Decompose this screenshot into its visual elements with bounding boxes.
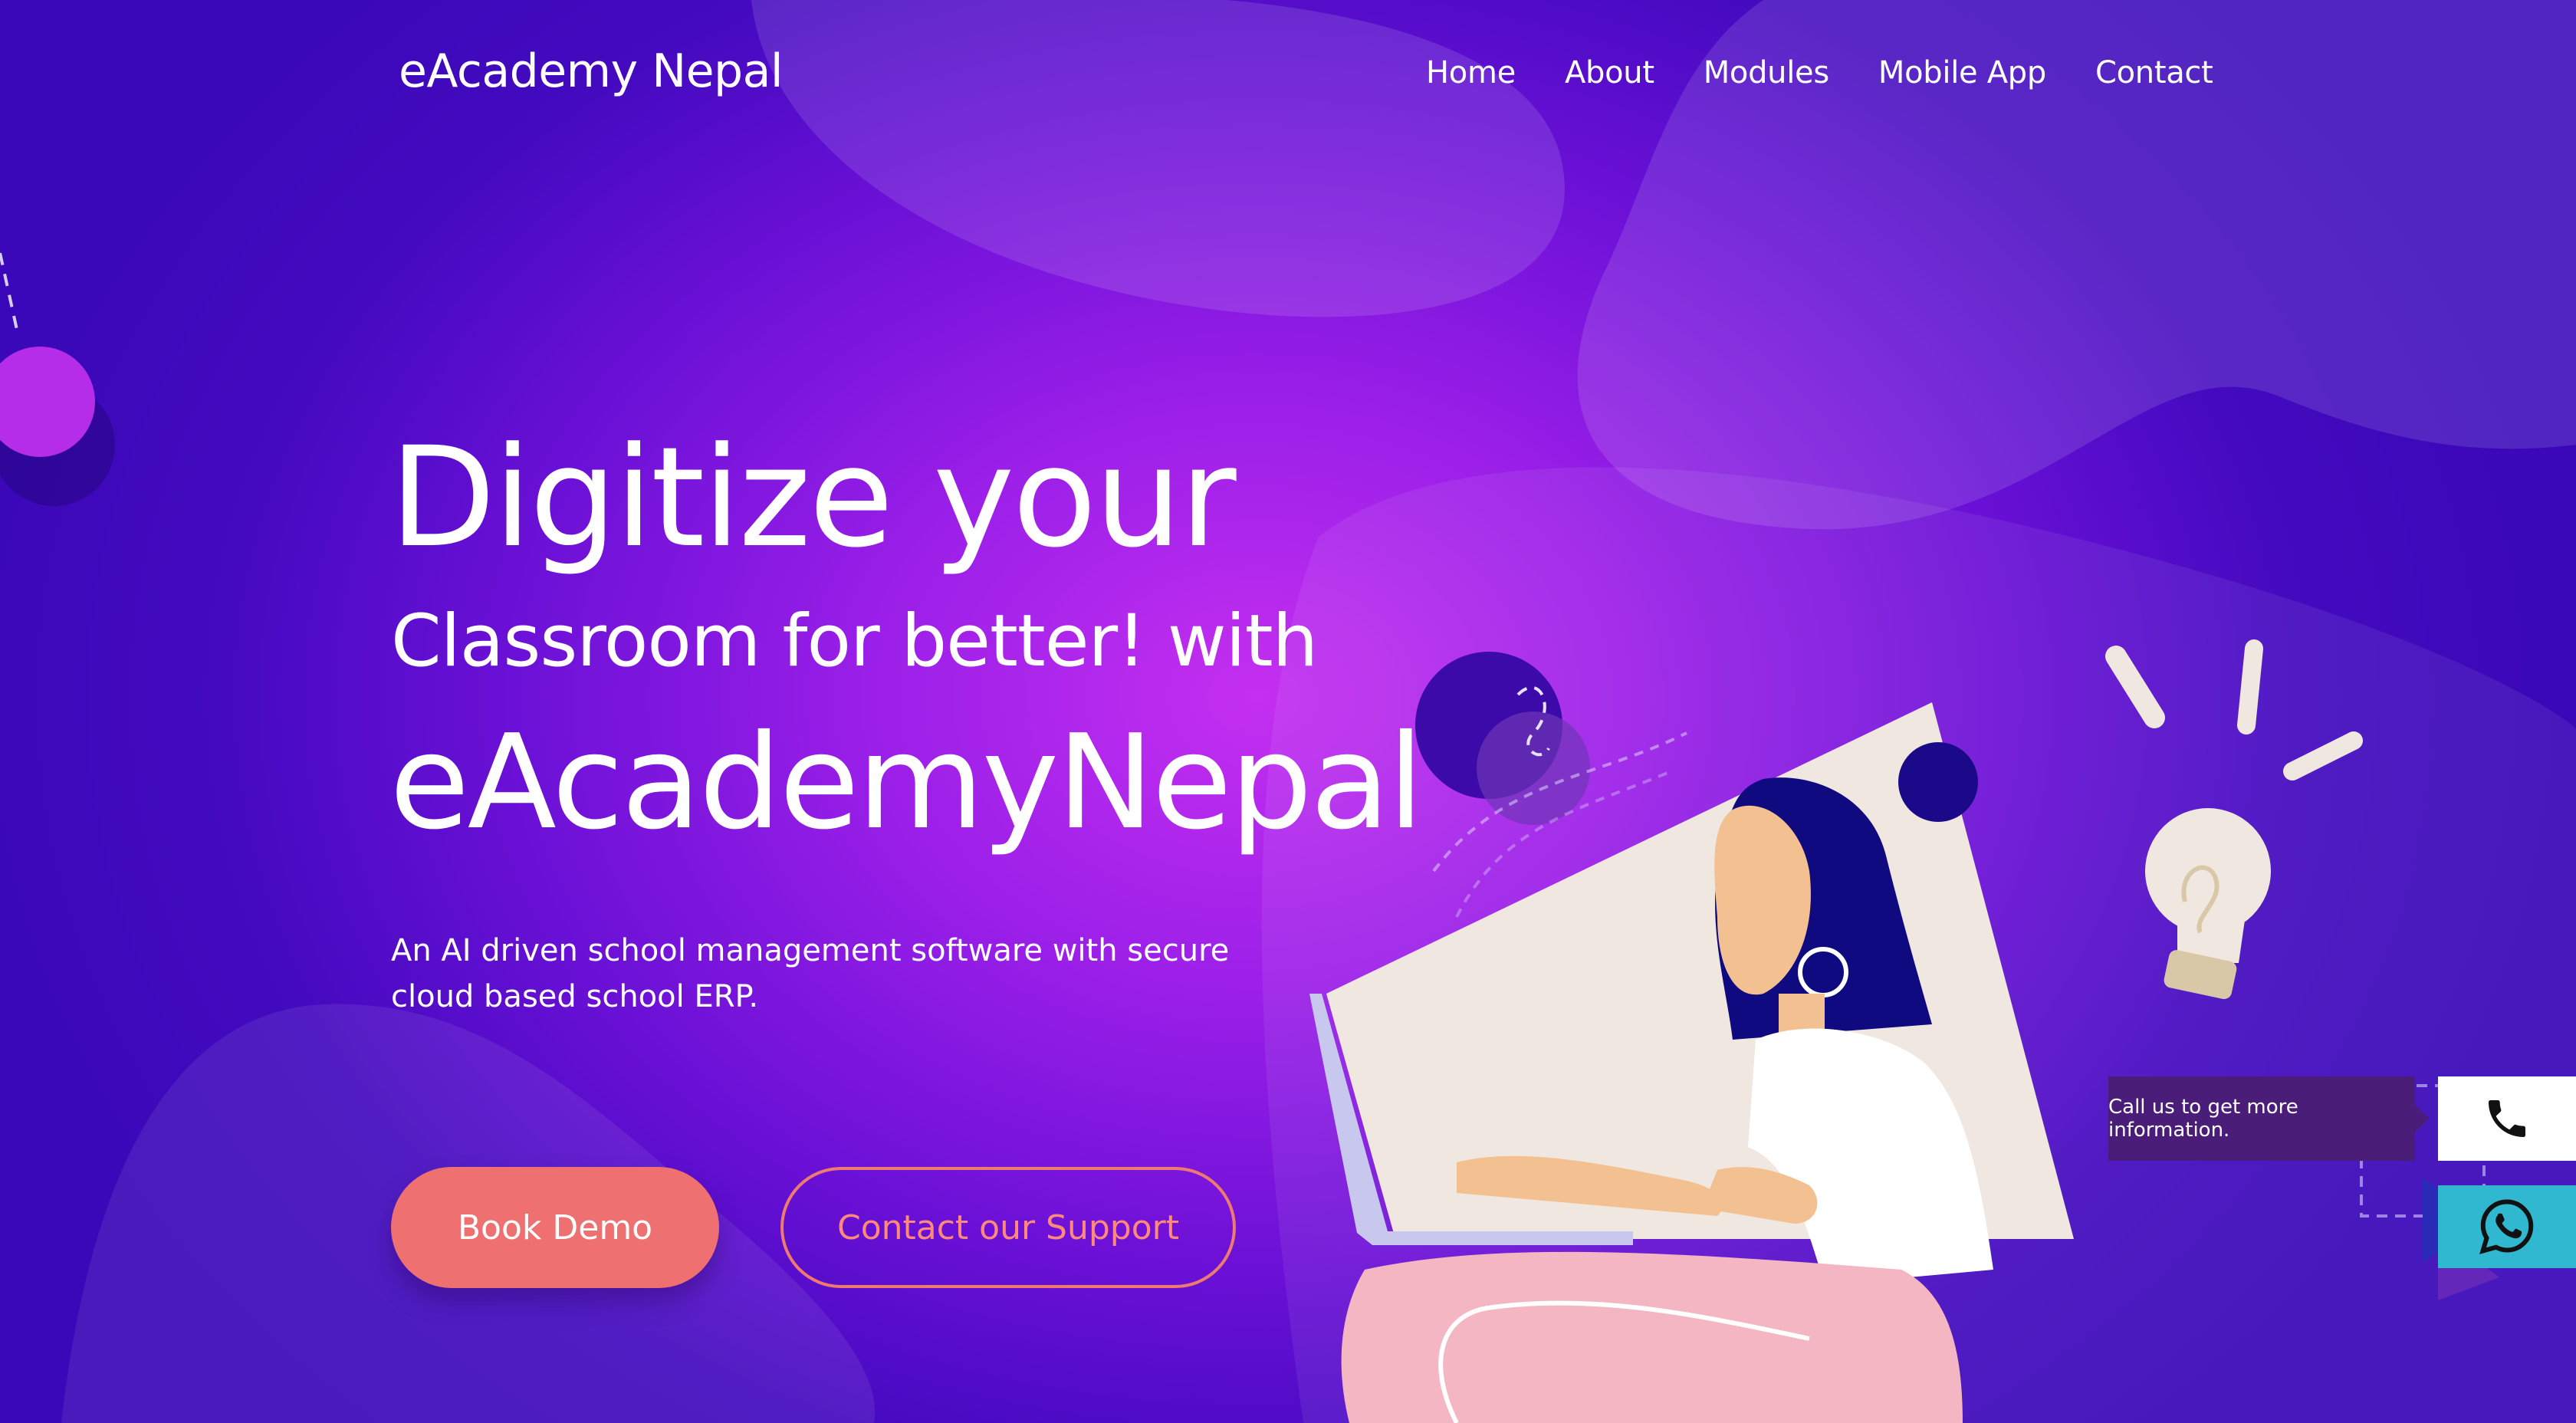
call-tooltip: Call us to get more information. <box>2108 1076 2429 1161</box>
nav-link-mobile-app[interactable]: Mobile App <box>1878 55 2046 90</box>
call-button[interactable] <box>2438 1076 2576 1161</box>
phone-icon <box>2489 1100 2525 1137</box>
hero-heading-line1: Digitize your <box>389 418 1237 578</box>
nav-link-about[interactable]: About <box>1565 55 1654 90</box>
whatsapp-icon <box>2479 1199 2534 1254</box>
nav-link-modules[interactable]: Modules <box>1704 55 1830 90</box>
contact-support-button[interactable]: Contact our Support <box>780 1167 1236 1288</box>
hero-heading-line2: Classroom for better! with <box>391 600 1318 683</box>
nav-link-home[interactable]: Home <box>1426 55 1516 90</box>
hero-subtitle: An AI driven school management software … <box>391 933 1230 1014</box>
hero-heading-line3: eAcademyNepal <box>389 707 1424 859</box>
call-tooltip-text: Call us to get more information. <box>2108 1096 2298 1142</box>
hero-illustration <box>1309 639 2499 1423</box>
site-logo[interactable]: eAcademy Nepal <box>399 44 784 98</box>
whatsapp-button[interactable] <box>2438 1185 2576 1268</box>
book-demo-button[interactable]: Book Demo <box>391 1167 719 1288</box>
nav-link-contact[interactable]: Contact <box>2095 55 2213 90</box>
main-nav: Home About Modules Mobile App Contact <box>1426 55 2262 90</box>
